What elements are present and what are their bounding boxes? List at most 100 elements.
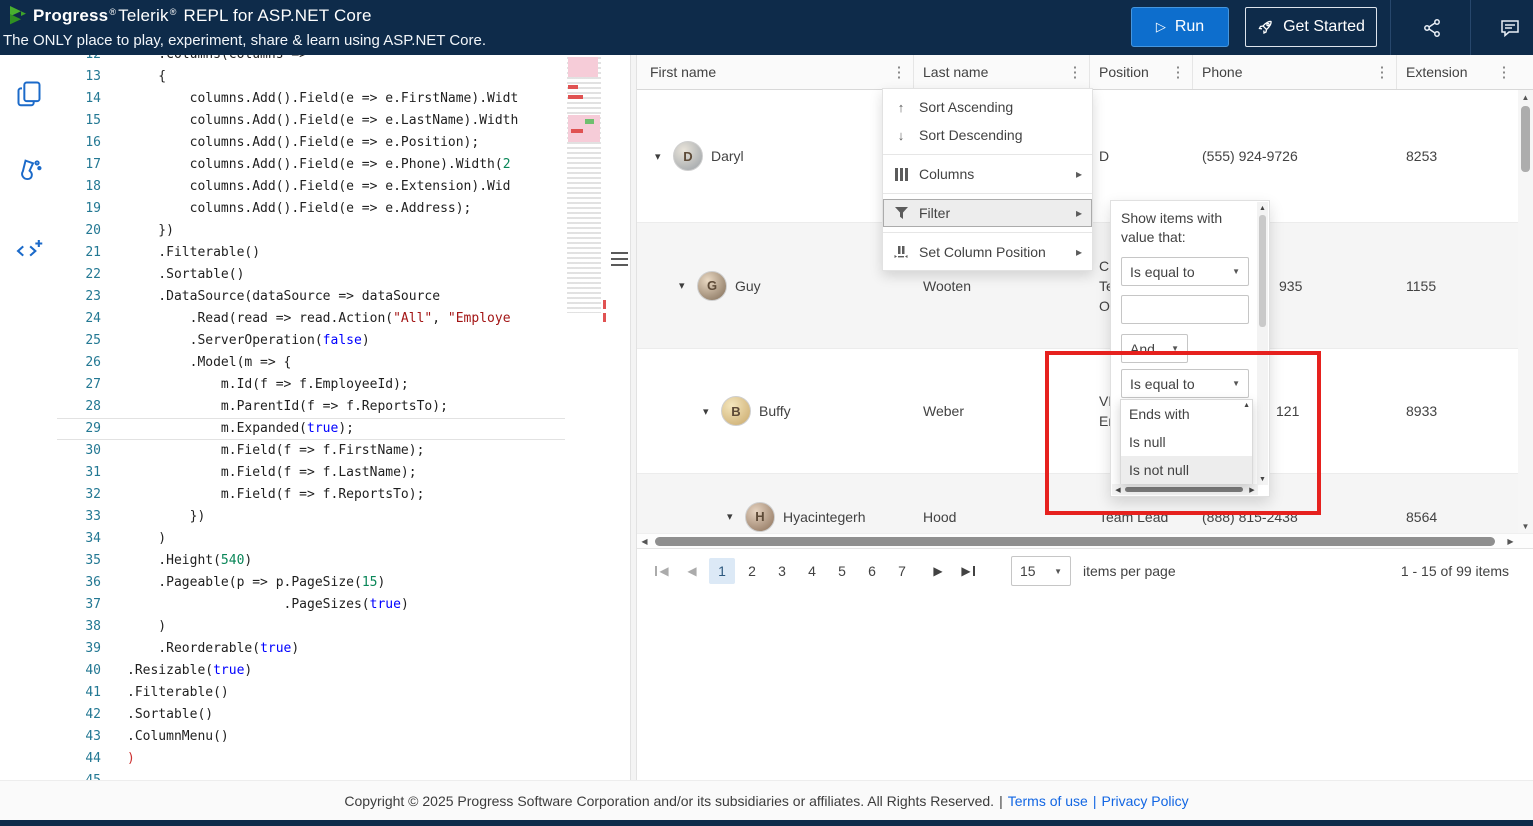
- code-line[interactable]: 43 .ColumnMenu(): [57, 726, 565, 748]
- column-menu-icon[interactable]: ⋮: [1066, 63, 1084, 81]
- pager-page-button[interactable]: 7: [889, 558, 915, 584]
- filter-operator2-select[interactable]: Is equal to ▼: [1121, 369, 1249, 398]
- scroll-up-icon[interactable]: ▲: [1518, 90, 1533, 104]
- operator-option[interactable]: Ends with: [1121, 400, 1252, 428]
- scroll-right-icon[interactable]: ▶: [1246, 484, 1258, 495]
- code-line[interactable]: 13 {: [57, 66, 565, 88]
- snippets-button[interactable]: [11, 75, 47, 111]
- code-line[interactable]: 35 .Height(540): [57, 550, 565, 572]
- pager-previous-button[interactable]: ◀: [679, 558, 705, 584]
- menu-item-sort-ascending[interactable]: ↑ Sort Ascending: [883, 93, 1092, 121]
- column-menu-icon[interactable]: ⋮: [1495, 63, 1513, 81]
- experiment-flask-button[interactable]: [11, 153, 47, 189]
- code-line[interactable]: 41 .Filterable(): [57, 682, 565, 704]
- code-line[interactable]: 17 columns.Add().Field(e => e.Phone).Wid…: [57, 154, 565, 176]
- code-line[interactable]: 39 .Reorderable(true): [57, 638, 565, 660]
- operator-option[interactable]: Is null: [1121, 428, 1252, 456]
- code-line[interactable]: 12 .Columns(columns =>: [57, 55, 565, 66]
- code-line[interactable]: 22 .Sortable(): [57, 264, 565, 286]
- code-line[interactable]: 15 columns.Add().Field(e => e.LastName).…: [57, 110, 565, 132]
- privacy-policy-link[interactable]: Privacy Policy: [1101, 793, 1188, 809]
- code-line[interactable]: 23 .DataSource(dataSource => dataSource: [57, 286, 565, 308]
- code-line[interactable]: 38 ): [57, 616, 565, 638]
- code-line[interactable]: 21 .Filterable(): [57, 242, 565, 264]
- column-header-position[interactable]: Position ⋮: [1090, 55, 1193, 89]
- code-line[interactable]: 37 .PageSizes(true): [57, 594, 565, 616]
- code-line[interactable]: 18 columns.Add().Field(e => e.Extension)…: [57, 176, 565, 198]
- code-line[interactable]: 42 .Sortable(): [57, 704, 565, 726]
- pager-page-button[interactable]: 3: [769, 558, 795, 584]
- column-header-extension[interactable]: Extension ⋮: [1397, 55, 1518, 89]
- pane-splitter[interactable]: [630, 55, 637, 780]
- code-line[interactable]: 26 .Model(m => {: [57, 352, 565, 374]
- column-header-phone[interactable]: Phone ⋮: [1193, 55, 1397, 89]
- scroll-up-icon[interactable]: ▲: [1243, 402, 1250, 409]
- menu-item-filter[interactable]: Filter ▸: [883, 199, 1092, 227]
- pager-last-button[interactable]: ▶: [955, 558, 981, 584]
- menu-item-columns[interactable]: Columns ▸: [883, 160, 1092, 188]
- table-row[interactable]: ▾ B Buffy Weber VP, Eng 121 8933: [637, 349, 1518, 474]
- column-header-first-name[interactable]: First name ⋮: [637, 55, 914, 89]
- code-line[interactable]: 25 .ServerOperation(false): [57, 330, 565, 352]
- grid-horizontal-scrollbar[interactable]: ◀ ▶: [637, 533, 1533, 548]
- collapse-caret-icon[interactable]: ▾: [703, 405, 717, 418]
- scroll-left-icon[interactable]: ◀: [637, 534, 652, 549]
- code-line[interactable]: 29 m.Expanded(true);: [57, 418, 565, 440]
- scroll-up-icon[interactable]: ▲: [1257, 202, 1268, 214]
- code-line[interactable]: 36 .Pageable(p => p.PageSize(15): [57, 572, 565, 594]
- vertical-scroll-thumb[interactable]: [1521, 106, 1530, 172]
- table-row[interactable]: ▾ H Hyacintegerh Hood Team Lead (888) 81…: [637, 474, 1518, 533]
- code-line[interactable]: 44): [57, 748, 565, 770]
- pager-next-button[interactable]: ▶: [925, 558, 951, 584]
- code-line[interactable]: 33 }): [57, 506, 565, 528]
- pager-page-button[interactable]: 5: [829, 558, 855, 584]
- splitter-grip[interactable]: [611, 252, 628, 266]
- pager-page-button[interactable]: 6: [859, 558, 885, 584]
- scroll-down-icon[interactable]: ▼: [1518, 519, 1533, 533]
- page-size-select[interactable]: 15 ▼: [1011, 556, 1071, 586]
- code-line[interactable]: 34 ): [57, 528, 565, 550]
- scroll-right-icon[interactable]: ▶: [1503, 534, 1518, 549]
- get-started-button[interactable]: Get Started: [1245, 7, 1377, 47]
- filter-logic-select[interactable]: And ▼: [1121, 334, 1188, 363]
- embed-code-button[interactable]: [11, 233, 47, 269]
- filter-value-input[interactable]: [1121, 295, 1249, 324]
- column-menu-icon[interactable]: ⋮: [1169, 63, 1187, 81]
- pager-page-button[interactable]: 4: [799, 558, 825, 584]
- code-line[interactable]: 27 m.Id(f => f.EmployeeId);: [57, 374, 565, 396]
- submenu-horizontal-scrollbar[interactable]: ◀ ▶: [1112, 484, 1258, 495]
- share-button[interactable]: [1416, 12, 1448, 44]
- code-line[interactable]: 28 m.ParentId(f => f.ReportsTo);: [57, 396, 565, 418]
- menu-item-sort-descending[interactable]: ↓ Sort Descending: [883, 121, 1092, 149]
- code-line[interactable]: 20 }): [57, 220, 565, 242]
- code-line[interactable]: 32 m.Field(f => f.ReportsTo);: [57, 484, 565, 506]
- scroll-left-icon[interactable]: ◀: [1112, 484, 1124, 495]
- code-editor[interactable]: 12 .Columns(columns =>13 {14 columns.Add…: [57, 55, 565, 780]
- operator-option[interactable]: Is not null: [1121, 456, 1252, 484]
- pager-page-button[interactable]: 1: [709, 558, 735, 584]
- column-menu-icon[interactable]: ⋮: [890, 63, 908, 81]
- grid-vertical-scrollbar[interactable]: ▲ ▼: [1518, 90, 1533, 533]
- submenu-vertical-scrollbar[interactable]: ▲ ▼: [1257, 202, 1268, 485]
- code-line[interactable]: 14 columns.Add().Field(e => e.FirstName)…: [57, 88, 565, 110]
- collapse-caret-icon[interactable]: ▾: [655, 150, 669, 163]
- column-menu-icon[interactable]: ⋮: [1373, 63, 1391, 81]
- pager-first-button[interactable]: ◀: [649, 558, 675, 584]
- horizontal-scroll-thumb[interactable]: [1125, 487, 1243, 492]
- terms-of-use-link[interactable]: Terms of use: [1008, 793, 1088, 809]
- vertical-scroll-thumb[interactable]: [1259, 215, 1266, 327]
- code-line[interactable]: 40 .Resizable(true): [57, 660, 565, 682]
- horizontal-scroll-thumb[interactable]: [655, 537, 1495, 546]
- collapse-caret-icon[interactable]: ▾: [679, 279, 693, 292]
- code-line[interactable]: 30 m.Field(f => f.FirstName);: [57, 440, 565, 462]
- menu-item-set-column-position[interactable]: Set Column Position ▸: [883, 238, 1092, 266]
- column-header-last-name[interactable]: Last name ⋮: [914, 55, 1090, 89]
- code-line[interactable]: 24 .Read(read => read.Action("All", "Emp…: [57, 308, 565, 330]
- feedback-button[interactable]: [1494, 12, 1526, 44]
- code-line[interactable]: 45: [57, 770, 565, 780]
- collapse-caret-icon[interactable]: ▾: [727, 510, 741, 523]
- run-button[interactable]: ▷ Run: [1131, 7, 1229, 47]
- pager-page-button[interactable]: 2: [739, 558, 765, 584]
- scroll-down-icon[interactable]: ▼: [1257, 473, 1268, 485]
- code-line[interactable]: 19 columns.Add().Field(e => e.Address);: [57, 198, 565, 220]
